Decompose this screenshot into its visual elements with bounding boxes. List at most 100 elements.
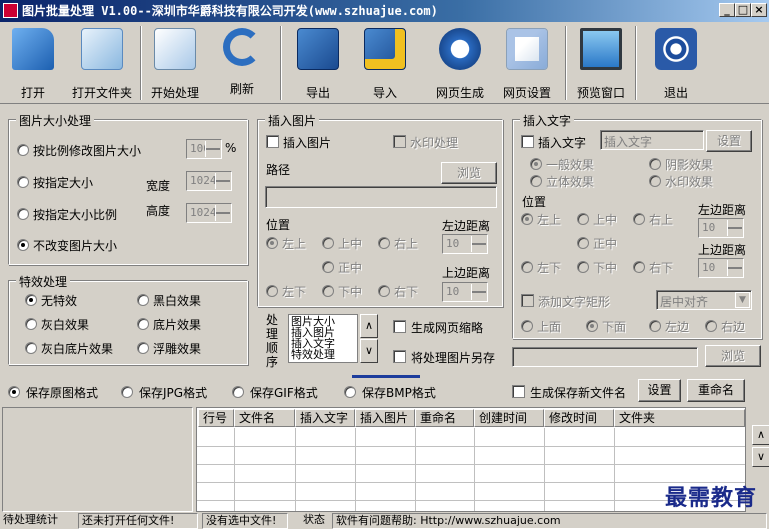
maximize-button[interactable]: □ <box>735 3 751 17</box>
text-rect-checkbox[interactable] <box>521 294 534 307</box>
text-pos-bottomleft-radio[interactable] <box>521 261 533 273</box>
grid-scroll-up-button[interactable]: ∧ <box>752 425 769 445</box>
img-pos-bottomcenter-radio[interactable] <box>322 285 334 297</box>
img-pos-bottomright-radio[interactable] <box>378 285 390 297</box>
exit-label: 退出 <box>663 86 688 100</box>
grid-scroll-down-button[interactable]: ∨ <box>752 447 769 467</box>
no-resize-radio[interactable] <box>17 239 29 251</box>
image-browse-button[interactable]: 浏览 <box>441 162 497 184</box>
orig-format-radio[interactable] <box>8 386 20 398</box>
web-generate-button[interactable]: 网页生成 <box>430 26 490 102</box>
img-pos-topleft-radio[interactable] <box>266 237 278 249</box>
text-settings-button[interactable]: 设置 <box>706 130 752 152</box>
rename-button[interactable]: 重命名 <box>687 379 745 402</box>
bw-effect-radio[interactable] <box>137 294 149 306</box>
bmp-format-label: 保存BMP格式 <box>362 386 436 400</box>
img-pos-topcenter-radio[interactable] <box>322 237 334 249</box>
folder-tree-panel[interactable] <box>2 407 193 512</box>
img-pos-bottomleft-radio[interactable] <box>266 285 278 297</box>
text-pos-topcenter-radio[interactable] <box>577 213 589 225</box>
order-item[interactable]: 特效处理 <box>291 349 355 360</box>
gray-effect-radio[interactable] <box>25 318 37 330</box>
order-down-button[interactable]: ∨ <box>360 339 378 363</box>
preview-window-button[interactable]: 预览窗口 <box>571 26 631 102</box>
text-pos-bottomcenter-label: 下中 <box>593 261 618 275</box>
watermark-effect-radio[interactable] <box>649 175 661 187</box>
chevron-up-icon: ∧ <box>364 319 374 332</box>
text-top-margin-spinner[interactable]: 10 <box>698 258 744 278</box>
normal-effect-radio[interactable] <box>530 158 542 170</box>
web-settings-button[interactable]: 网页设置 <box>497 26 557 102</box>
close-button[interactable]: × <box>751 3 767 17</box>
import-button[interactable]: 导入 <box>355 26 415 102</box>
rect-right-radio[interactable] <box>705 320 717 332</box>
save-path-input[interactable] <box>512 347 698 367</box>
text-pos-topleft-radio[interactable] <box>521 213 533 225</box>
img-pos-center-radio[interactable] <box>322 261 334 273</box>
text-top-margin-value: 10 <box>702 261 716 274</box>
web-generate-label: 网页生成 <box>435 86 484 100</box>
gen-thumb-checkbox[interactable] <box>393 320 406 333</box>
align-select[interactable]: 居中对齐 ▼ <box>656 290 752 310</box>
exit-button[interactable]: 退出 <box>646 26 706 102</box>
text-pos-center-radio[interactable] <box>577 237 589 249</box>
img-pos-bottomright-label: 右下 <box>394 285 419 299</box>
col-header-insert-image[interactable]: 插入图片 <box>355 409 415 427</box>
size-group-title: 图片大小处理 <box>16 112 95 129</box>
3d-effect-radio[interactable] <box>530 175 542 187</box>
text-pos-bottomcenter-radio[interactable] <box>577 261 589 273</box>
image-top-margin-spinner[interactable]: 10 <box>442 282 488 302</box>
col-header-rename[interactable]: 重命名 <box>415 409 474 427</box>
negative-effect-radio[interactable] <box>137 318 149 330</box>
new-name-checkbox[interactable] <box>512 385 525 398</box>
file-grid[interactable]: 行号 文件名 插入文字 插入图片 重命名 创建时间 修改时间 文件夹 <box>196 407 746 512</box>
col-header-created[interactable]: 创建时间 <box>474 409 544 427</box>
path-label: 路径 <box>266 163 291 177</box>
shadow-effect-radio[interactable] <box>649 158 661 170</box>
save-browse-button[interactable]: 浏览 <box>705 345 761 367</box>
text-pos-bottomright-radio[interactable] <box>633 261 645 273</box>
no-effect-radio[interactable] <box>25 294 37 306</box>
bmp-format-radio[interactable] <box>344 386 356 398</box>
gif-format-radio[interactable] <box>232 386 244 398</box>
image-path-input[interactable] <box>265 186 497 208</box>
order-list[interactable]: 图片大小 插入图片 插入文字 特效处理 <box>288 314 358 363</box>
rect-top-radio[interactable] <box>521 320 533 332</box>
percent-spinner[interactable]: 100 <box>186 139 222 159</box>
process-document-icon <box>154 28 196 70</box>
scale-radio[interactable] <box>17 144 29 156</box>
img-pos-topright-radio[interactable] <box>378 237 390 249</box>
export-button[interactable]: 导出 <box>288 26 348 102</box>
open-folder-button[interactable]: 打开文件夹 <box>72 26 132 102</box>
format-settings-button[interactable]: 设置 <box>638 379 681 402</box>
insert-image-checkbox[interactable] <box>266 135 279 148</box>
jpg-format-radio[interactable] <box>121 386 133 398</box>
save-as-checkbox[interactable] <box>393 350 406 363</box>
col-header-filename[interactable]: 文件名 <box>234 409 295 427</box>
refresh-button[interactable]: 刷新 <box>212 26 272 102</box>
image-left-margin-spinner[interactable]: 10 <box>442 234 488 254</box>
watermark-checkbox[interactable] <box>393 135 406 148</box>
width-spinner[interactable]: 1024 <box>186 171 232 191</box>
col-header-row-number[interactable]: 行号 <box>198 409 234 427</box>
emboss-radio[interactable] <box>137 342 149 354</box>
start-process-button[interactable]: 开始处理 <box>145 26 205 102</box>
insert-text-input[interactable]: 插入文字 <box>600 130 704 150</box>
col-header-insert-text[interactable]: 插入文字 <box>295 409 355 427</box>
col-header-modified[interactable]: 修改时间 <box>544 409 614 427</box>
fixed-size-radio[interactable] <box>17 176 29 188</box>
export-icon <box>297 28 339 70</box>
rect-bottom-radio[interactable] <box>586 320 598 332</box>
gray-negative-radio[interactable] <box>25 342 37 354</box>
open-button[interactable]: 打开 <box>3 26 63 102</box>
rect-left-radio[interactable] <box>649 320 661 332</box>
order-up-button[interactable]: ∧ <box>360 314 378 338</box>
title-bar: 图片批量处理 V1.00--深圳市华爵科技有限公司开发(www.szhuajue… <box>0 0 769 22</box>
minimize-button[interactable]: _ <box>719 3 735 17</box>
insert-text-checkbox[interactable] <box>521 135 534 148</box>
height-spinner[interactable]: 1024 <box>186 203 232 223</box>
fixed-ratio-radio[interactable] <box>17 208 29 220</box>
col-header-folder[interactable]: 文件夹 <box>614 409 745 427</box>
text-pos-topright-radio[interactable] <box>633 213 645 225</box>
text-left-margin-spinner[interactable]: 10 <box>698 218 744 238</box>
